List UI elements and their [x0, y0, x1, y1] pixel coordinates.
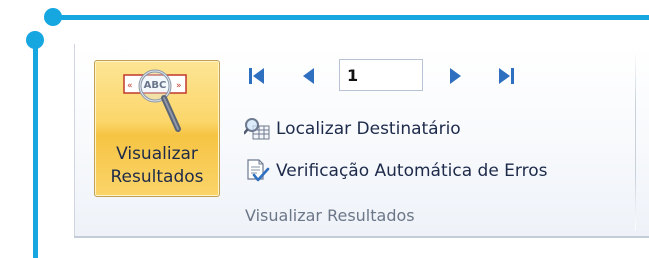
preview-button-label-line2: Resultados — [110, 167, 204, 187]
first-record-icon[interactable] — [248, 66, 266, 86]
callout-dot-top — [44, 8, 62, 26]
callout-line-horizontal — [52, 15, 649, 20]
preview-results-button[interactable]: « » ABC Visualizar Resultados — [94, 60, 220, 197]
find-recipient-icon — [244, 118, 270, 140]
group-separator — [635, 50, 636, 230]
find-recipient-button[interactable]: Localizar Destinatário — [244, 117, 461, 141]
next-record-icon[interactable] — [446, 66, 464, 86]
last-record-icon[interactable] — [497, 66, 515, 86]
svg-text:«: « — [127, 81, 133, 91]
check-errors-icon — [247, 159, 270, 182]
magnifier-abc-icon: « » ABC — [123, 69, 187, 132]
ribbon-bottom-edge — [74, 236, 649, 238]
find-recipient-label: Localizar Destinatário — [276, 119, 461, 139]
record-number-input[interactable] — [339, 59, 423, 91]
svg-text:»: » — [176, 81, 182, 91]
callout-line-vertical — [33, 40, 38, 258]
preview-button-label-line1: Visualizar — [116, 144, 198, 164]
auto-check-errors-label: Verificação Automática de Erros — [276, 161, 548, 181]
previous-record-icon[interactable] — [300, 66, 318, 86]
auto-check-errors-button[interactable]: Verificação Automática de Erros — [244, 159, 548, 183]
callout-dot-left — [26, 31, 44, 49]
ribbon-group-label: Visualizar Resultados — [245, 206, 415, 225]
